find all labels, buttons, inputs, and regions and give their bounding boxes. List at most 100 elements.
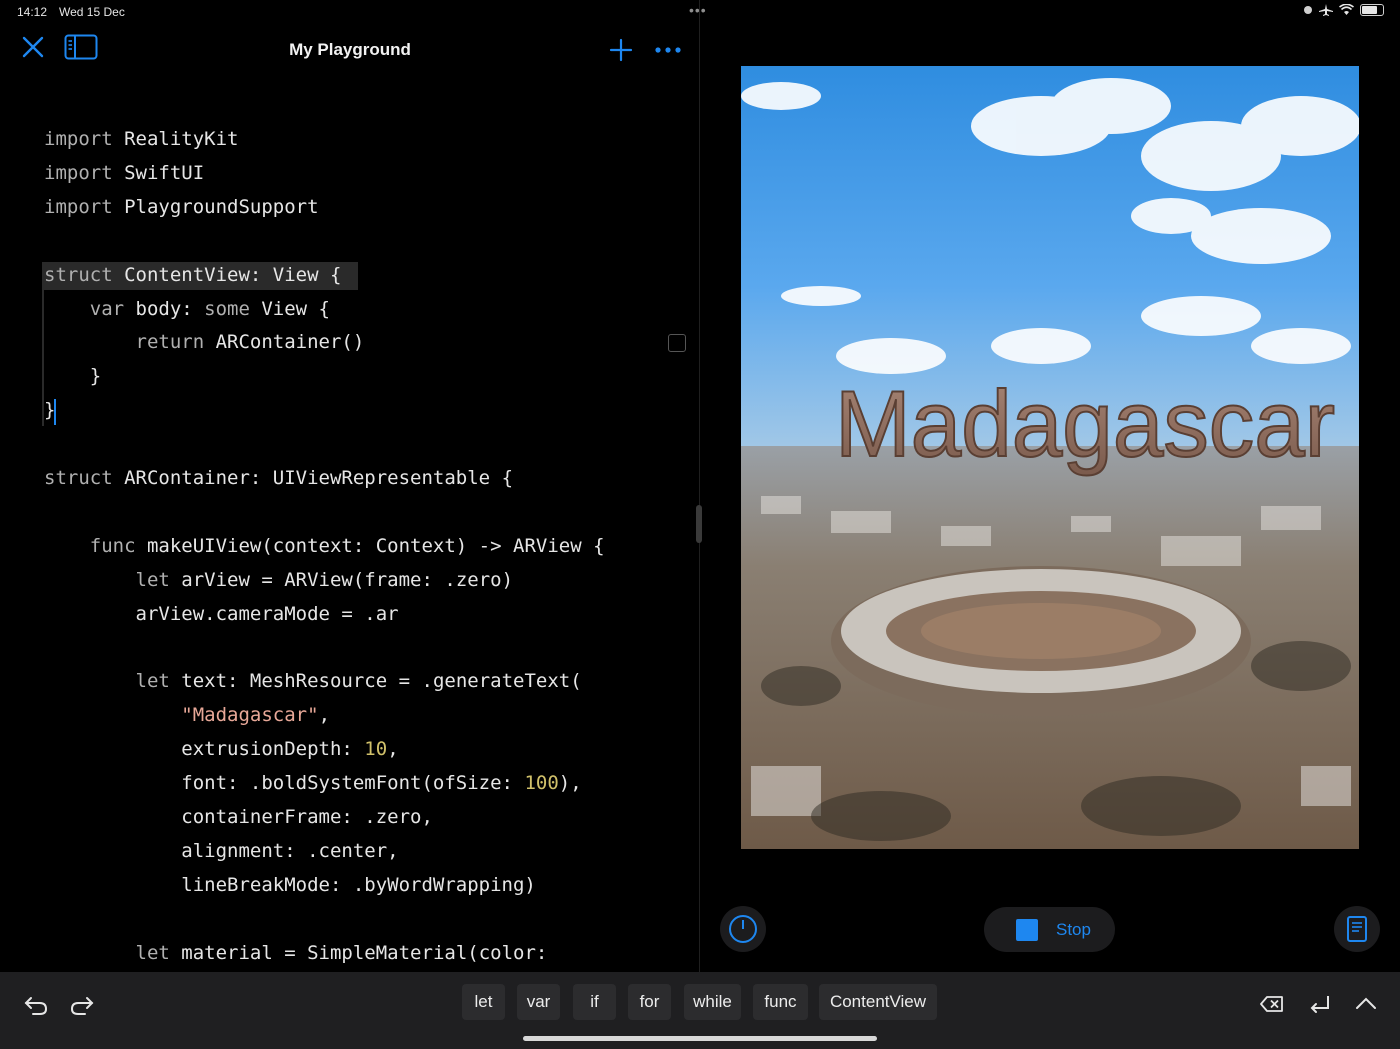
code-token: ARContainer() — [215, 331, 365, 353]
shortcut-if[interactable]: if — [573, 984, 616, 1020]
code-line[interactable]: func makeUIView(context: Context) -> ARV… — [44, 531, 605, 561]
ar-camera-feed: Madagascar — [741, 66, 1359, 849]
code-token: PlaygroundSupport — [124, 196, 319, 218]
code-token: RealityKit — [124, 128, 239, 150]
delete-backward-icon — [1260, 996, 1283, 1012]
code-line[interactable]: var body: some View { — [44, 294, 330, 324]
code-token: alignment: .center, — [44, 840, 399, 862]
code-line[interactable]: import RealityKit — [44, 124, 238, 154]
code-keyword: var — [44, 298, 136, 320]
shortcut-let[interactable]: let — [462, 984, 505, 1020]
plus-icon — [609, 38, 633, 62]
code-keyword: return — [44, 331, 216, 353]
sidebar-icon — [64, 34, 98, 60]
shortcut-for[interactable]: for — [628, 984, 671, 1020]
add-button[interactable] — [609, 38, 633, 62]
code-line[interactable]: alignment: .center, — [44, 836, 399, 866]
guide-button[interactable] — [1334, 906, 1380, 952]
code-line[interactable]: return ARContainer() — [44, 327, 365, 357]
code-number: 100 — [524, 772, 559, 794]
redo-icon — [70, 997, 94, 1015]
text-cursor — [54, 399, 56, 425]
code-token: body: — [135, 298, 205, 320]
close-button[interactable] — [20, 34, 46, 60]
shortcut-while[interactable]: while — [684, 984, 741, 1020]
document-icon — [1347, 916, 1367, 942]
status-icons — [1303, 4, 1384, 16]
code-line[interactable]: } — [44, 361, 101, 391]
ellipsis-icon — [655, 47, 681, 53]
code-line[interactable]: import SwiftUI — [44, 158, 204, 188]
playground-title: My Playground — [289, 40, 411, 59]
status-date: Wed 15 Dec — [59, 5, 125, 19]
code-line[interactable]: let material = SimpleMaterial(color: — [44, 938, 548, 968]
code-token: , — [318, 704, 331, 726]
stop-button[interactable]: Stop — [984, 907, 1115, 952]
code-line[interactable]: struct ContentView: View { — [44, 260, 341, 290]
sidebar-toggle-button[interactable] — [64, 34, 98, 60]
code-token: arView = ARView(frame: .zero) — [181, 569, 514, 591]
code-keyword: import — [44, 196, 125, 218]
code-token: text: MeshResource = .generateText( — [181, 670, 582, 692]
home-indicator[interactable] — [523, 1036, 877, 1041]
code-string: "Madagascar" — [181, 704, 319, 726]
code-keyword: let — [44, 670, 182, 692]
code-line[interactable]: "Madagascar", — [44, 700, 330, 730]
result-viewer-icon[interactable] — [668, 334, 686, 352]
status-time: 14:12 — [17, 5, 48, 19]
return-button[interactable] — [1306, 990, 1334, 1018]
code-token: , — [387, 738, 399, 760]
performance-gauge-button[interactable] — [720, 906, 766, 952]
code-line[interactable]: let text: MeshResource = .generateText( — [44, 666, 582, 696]
stop-label: Stop — [1056, 920, 1091, 939]
shortcut-contentview[interactable]: ContentView — [819, 984, 937, 1020]
code-token: ), — [558, 772, 582, 794]
delete-button[interactable] — [1258, 990, 1286, 1018]
code-line[interactable]: lineBreakMode: .byWordWrapping) — [44, 870, 536, 900]
undo-button[interactable] — [22, 990, 50, 1018]
code-token: ContentView: View { — [124, 264, 342, 286]
redo-button[interactable] — [68, 990, 96, 1018]
code-token: ARContainer: UIViewRepresentable { — [124, 467, 514, 489]
shortcut-var[interactable]: var — [517, 984, 560, 1020]
code-keyword: import — [44, 128, 125, 150]
code-line[interactable]: let arView = ARView(frame: .zero) — [44, 565, 514, 595]
more-button[interactable] — [655, 40, 681, 60]
code-keyword: let — [44, 569, 182, 591]
code-keyword: struct — [44, 264, 125, 286]
close-icon — [22, 36, 44, 58]
code-token: font: .boldSystemFont(ofSize: — [44, 772, 525, 794]
code-token: SwiftUI — [124, 162, 205, 184]
code-line[interactable]: font: .boldSystemFont(ofSize: 100), — [44, 768, 582, 798]
code-keyword: import — [44, 162, 125, 184]
shortcut-func[interactable]: func — [753, 984, 808, 1020]
status-bar: 14:12 Wed 15 Dec ••• — [0, 0, 1400, 24]
focus-icon — [1304, 6, 1312, 14]
code-line[interactable]: arView.cameraMode = .ar — [44, 599, 399, 629]
gauge-icon — [729, 915, 757, 943]
code-line[interactable]: containerFrame: .zero, — [44, 802, 433, 832]
code-number: 10 — [364, 738, 388, 760]
code-keyword: let — [44, 942, 182, 964]
stop-icon — [1016, 919, 1038, 941]
chevron-up-icon — [1356, 997, 1376, 1009]
code-token: containerFrame: .zero, — [44, 806, 433, 828]
keyboard-toggle-button[interactable] — [1352, 990, 1380, 1018]
code-token: makeUIView(context: Context) -> ARView { — [146, 535, 605, 557]
live-view[interactable]: Madagascar — [741, 66, 1359, 849]
code-token: lineBreakMode: .byWordWrapping) — [44, 874, 536, 896]
code-token: View { — [261, 298, 330, 320]
split-view-handle[interactable] — [696, 505, 702, 543]
undo-icon — [24, 997, 48, 1015]
multitasking-dots[interactable]: ••• — [689, 2, 707, 18]
code-line[interactable]: extrusionDepth: 10, — [44, 734, 399, 764]
code-token: material = SimpleMaterial(color: — [181, 942, 548, 964]
code-token: extrusionDepth: — [44, 738, 365, 760]
code-line[interactable]: struct ARContainer: UIViewRepresentable … — [44, 463, 513, 493]
ar-text-model: Madagascar — [835, 371, 1335, 476]
return-icon — [1310, 996, 1329, 1013]
code-keyword: some — [204, 298, 262, 320]
battery-icon — [1360, 4, 1384, 16]
code-line[interactable]: import PlaygroundSupport — [44, 192, 319, 222]
